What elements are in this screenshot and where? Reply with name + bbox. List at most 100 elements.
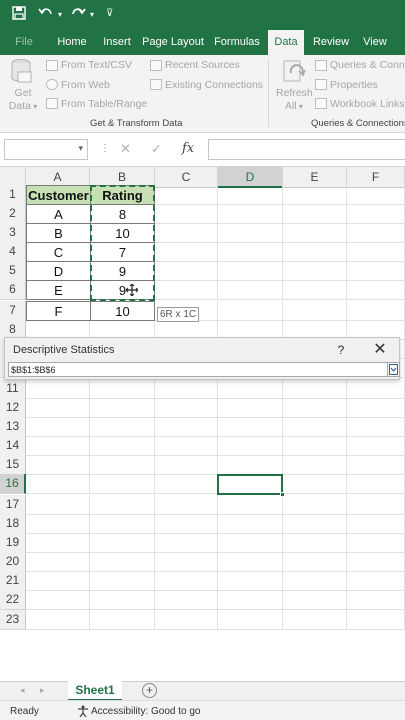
accessibility-icon[interactable] xyxy=(77,705,89,720)
cell-e2[interactable] xyxy=(283,204,347,224)
from-table-range-button[interactable]: From Table/Range xyxy=(61,98,147,110)
cell-b12[interactable] xyxy=(90,398,155,418)
cell-d4[interactable] xyxy=(218,242,283,262)
tab-view[interactable]: View xyxy=(358,30,392,55)
recent-sources-button[interactable]: Recent Sources xyxy=(165,59,240,71)
cell-a1[interactable]: Customer xyxy=(26,185,91,205)
undo-icon[interactable] xyxy=(38,6,54,23)
row-header-15[interactable]: 15 xyxy=(0,455,26,475)
undo-dropdown-icon[interactable]: ▾ xyxy=(58,10,62,19)
cell-b20[interactable] xyxy=(90,552,155,572)
cell-a23[interactable] xyxy=(26,610,90,630)
cell-e13[interactable] xyxy=(283,417,347,437)
redo-icon[interactable] xyxy=(70,6,86,23)
cell-f6[interactable] xyxy=(347,280,405,300)
row-header-14[interactable]: 14 xyxy=(0,436,26,456)
cell-e19[interactable] xyxy=(283,533,347,553)
cell-c15[interactable] xyxy=(155,455,218,475)
cell-c2[interactable] xyxy=(155,204,218,224)
cell-e12[interactable] xyxy=(283,398,347,418)
tab-file[interactable]: File xyxy=(6,30,42,55)
row-header-21[interactable]: 21 xyxy=(0,571,26,591)
cell-a13[interactable] xyxy=(26,417,90,437)
cell-f11[interactable] xyxy=(347,379,405,399)
cell-e1[interactable] xyxy=(283,185,347,205)
refresh-all-button[interactable]: Refresh All ▾ xyxy=(276,87,313,113)
sheet-tab-sheet1[interactable]: Sheet1 xyxy=(68,681,122,701)
cell-c18[interactable] xyxy=(155,514,218,534)
cell-b13[interactable] xyxy=(90,417,155,437)
cell-f18[interactable] xyxy=(347,514,405,534)
cell-c16[interactable] xyxy=(155,474,218,494)
active-cell-d16[interactable] xyxy=(217,474,285,497)
cell-d14[interactable] xyxy=(218,436,283,456)
row-header-16[interactable]: 16 xyxy=(0,474,26,494)
cell-e14[interactable] xyxy=(283,436,347,456)
cell-b5[interactable]: 9 xyxy=(90,261,155,281)
cell-c4[interactable] xyxy=(155,242,218,262)
fill-handle[interactable] xyxy=(280,492,285,497)
save-icon[interactable] xyxy=(12,6,26,23)
row-header-13[interactable]: 13 xyxy=(0,417,26,437)
cell-b19[interactable] xyxy=(90,533,155,553)
cell-b1[interactable]: Rating xyxy=(90,185,155,205)
cell-b3[interactable]: 10 xyxy=(90,223,155,243)
get-data-button[interactable]: Get Data ▾ xyxy=(8,87,38,113)
cell-d22[interactable] xyxy=(218,590,283,610)
cell-b17[interactable] xyxy=(90,495,155,515)
cell-a16[interactable] xyxy=(26,474,90,494)
cell-d19[interactable] xyxy=(218,533,283,553)
close-icon[interactable]: ✕ xyxy=(370,340,390,360)
cell-d15[interactable] xyxy=(218,455,283,475)
properties-button[interactable]: Properties xyxy=(330,79,378,91)
cell-c1[interactable] xyxy=(155,185,218,205)
cell-f2[interactable] xyxy=(347,204,405,224)
cell-e4[interactable] xyxy=(283,242,347,262)
cell-a18[interactable] xyxy=(26,514,90,534)
cell-d5[interactable] xyxy=(218,261,283,281)
worksheet-grid[interactable]: A B C D E F 1234567891011121314151617181… xyxy=(0,167,405,681)
cell-f16[interactable] xyxy=(347,474,405,494)
cell-c21[interactable] xyxy=(155,571,218,591)
cell-f13[interactable] xyxy=(347,417,405,437)
tab-formulas[interactable]: Formulas xyxy=(210,30,264,55)
cell-e5[interactable] xyxy=(283,261,347,281)
cell-d6[interactable] xyxy=(218,280,283,300)
cell-d7[interactable] xyxy=(218,301,283,321)
tab-data[interactable]: Data xyxy=(268,30,304,55)
cell-d1[interactable] xyxy=(218,185,283,205)
cell-b18[interactable] xyxy=(90,514,155,534)
row-header-4[interactable]: 4 xyxy=(0,242,26,262)
cell-c3[interactable] xyxy=(155,223,218,243)
cell-d17[interactable] xyxy=(218,495,283,515)
cell-f4[interactable] xyxy=(347,242,405,262)
scroll-left-icon[interactable]: ◂ xyxy=(20,685,25,696)
row-header-20[interactable]: 20 xyxy=(0,552,26,572)
existing-connections-button[interactable]: Existing Connections xyxy=(165,79,263,91)
cell-f19[interactable] xyxy=(347,533,405,553)
cell-e15[interactable] xyxy=(283,455,347,475)
cell-d11[interactable] xyxy=(218,379,283,399)
scroll-right-icon[interactable]: ▸ xyxy=(40,685,45,696)
cell-d12[interactable] xyxy=(218,398,283,418)
expand-dialog-button[interactable] xyxy=(388,362,400,377)
cell-a2[interactable]: A xyxy=(26,204,91,224)
cell-a15[interactable] xyxy=(26,455,90,475)
cell-a14[interactable] xyxy=(26,436,90,456)
cell-e17[interactable] xyxy=(283,495,347,515)
cell-f7[interactable] xyxy=(347,301,405,321)
cell-b15[interactable] xyxy=(90,455,155,475)
row-header-22[interactable]: 22 xyxy=(0,590,26,610)
cell-e11[interactable] xyxy=(283,379,347,399)
queries-connections-button[interactable]: Queries & Conne xyxy=(330,59,405,71)
cell-d23[interactable] xyxy=(218,610,283,630)
cell-c13[interactable] xyxy=(155,417,218,437)
cell-c22[interactable] xyxy=(155,590,218,610)
cell-c14[interactable] xyxy=(155,436,218,456)
cell-b22[interactable] xyxy=(90,590,155,610)
cell-b7[interactable]: 10 xyxy=(90,301,155,321)
cell-e21[interactable] xyxy=(283,571,347,591)
tab-page-layout[interactable]: Page Layout xyxy=(142,30,204,55)
cell-e20[interactable] xyxy=(283,552,347,572)
row-header-3[interactable]: 3 xyxy=(0,223,26,243)
